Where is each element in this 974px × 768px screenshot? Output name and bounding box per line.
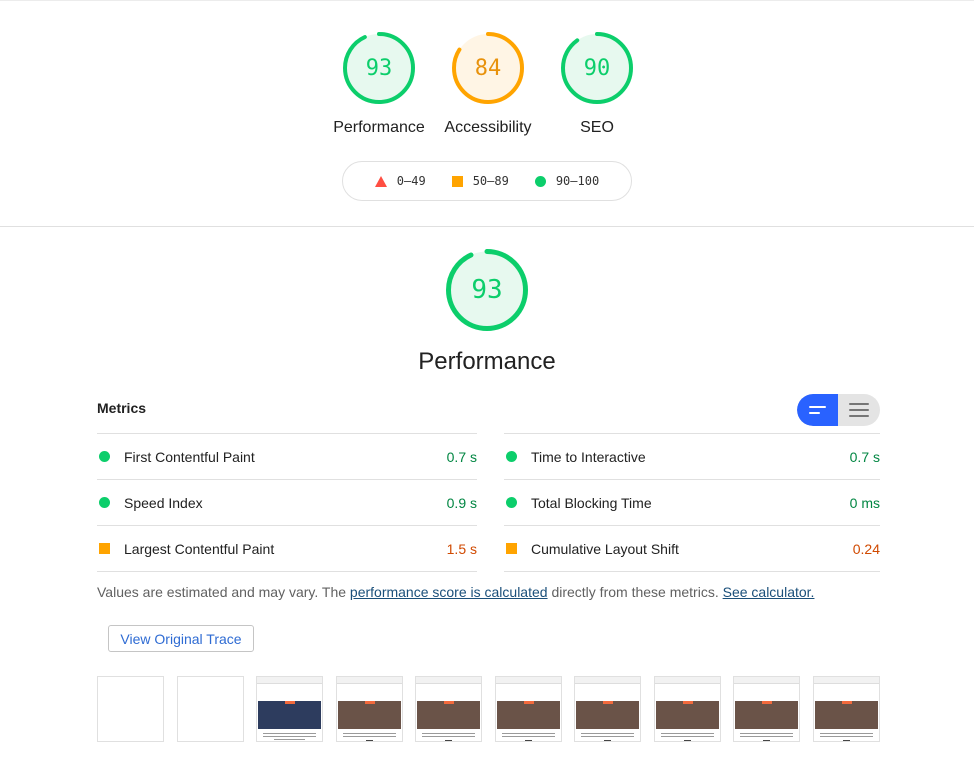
- filmstrip-frame: [733, 676, 800, 742]
- row-divider: [97, 571, 477, 572]
- gauge-score: 90: [583, 55, 611, 81]
- score-legend: 0–49 50–89 90–100: [342, 161, 632, 201]
- metric-name: Total Blocking Time: [531, 494, 652, 511]
- legend-average: 50–89: [451, 174, 509, 188]
- legend-fail-range: 0–49: [396, 174, 426, 188]
- gauge-label: Accessibility: [444, 119, 532, 136]
- metric-time-to-interactive: Time to Interactive 0.7 s: [504, 433, 880, 479]
- filmstrip-frame: [574, 676, 641, 742]
- metrics-left-column: First Contentful Paint 0.7 s Speed Index…: [97, 433, 477, 572]
- metrics-heading: Metrics: [97, 400, 147, 416]
- score-calculation-link[interactable]: performance score is calculated: [350, 584, 548, 600]
- legend-fail: 0–49: [374, 174, 426, 188]
- metric-name: Largest Contentful Paint: [124, 540, 275, 557]
- legend-pass-range: 90–100: [555, 174, 600, 188]
- gauge-performance[interactable]: 93 Performance: [318, 32, 440, 137]
- gauge-ring: 93: [343, 32, 415, 104]
- metrics-view-toggle[interactable]: [797, 394, 880, 426]
- circle-icon: [534, 175, 546, 187]
- metric-total-blocking-time: Total Blocking Time 0 ms: [504, 479, 880, 525]
- gauge-ring: 90: [561, 32, 633, 104]
- metric-value: 0.9 s: [446, 494, 477, 511]
- pass-circle-icon: [99, 451, 110, 462]
- metric-value: 0.7 s: [446, 448, 477, 465]
- average-square-icon: [99, 543, 110, 554]
- metric-value: 0.7 s: [849, 448, 880, 465]
- square-icon: [451, 175, 463, 187]
- gauge-seo[interactable]: 90 SEO: [536, 32, 658, 137]
- expanded-view-button[interactable]: [838, 394, 879, 426]
- performance-score: 93: [471, 275, 503, 305]
- performance-gauge: 93 Performance: [387, 249, 587, 376]
- metric-value: 0 ms: [849, 494, 880, 511]
- pass-circle-icon: [506, 497, 517, 508]
- pass-circle-icon: [99, 497, 110, 508]
- filmstrip-frame: [415, 676, 482, 742]
- filmstrip-frame: [177, 676, 244, 742]
- average-square-icon: [506, 543, 517, 554]
- gauge-accessibility[interactable]: 84 Accessibility: [427, 32, 549, 137]
- performance-title: Performance: [418, 348, 556, 375]
- gauge-ring: 93: [446, 249, 528, 331]
- note-middle: directly from these metrics.: [547, 584, 723, 600]
- metric-value: 1.5 s: [446, 540, 477, 557]
- note-prefix: Values are estimated and may vary. The: [97, 584, 350, 600]
- metric-name: Speed Index: [124, 494, 203, 511]
- row-divider: [504, 571, 880, 572]
- compact-view-button[interactable]: [797, 394, 838, 426]
- gauge-label: Performance: [333, 119, 425, 136]
- top-divider: [0, 0, 974, 1]
- legend-average-range: 50–89: [472, 174, 509, 188]
- legend-pass: 90–100: [534, 174, 600, 188]
- section-divider: [0, 226, 974, 227]
- filmstrip-frame: [813, 676, 880, 742]
- metric-name: Cumulative Layout Shift: [531, 540, 679, 557]
- metric-value: 0.24: [852, 540, 880, 557]
- see-calculator-link[interactable]: See calculator.: [723, 584, 815, 600]
- filmstrip-frame: [336, 676, 403, 742]
- view-original-trace-button[interactable]: View Original Trace: [108, 625, 254, 652]
- metric-first-contentful-paint: First Contentful Paint 0.7 s: [97, 433, 477, 479]
- gauge-score: 84: [474, 55, 502, 81]
- gauge-score: 93: [365, 55, 393, 81]
- filmstrip-frame: [97, 676, 164, 742]
- metric-largest-contentful-paint: Largest Contentful Paint 1.5 s: [97, 525, 477, 571]
- metric-name: First Contentful Paint: [124, 448, 255, 465]
- pass-circle-icon: [506, 451, 517, 462]
- filmstrip-frame: [495, 676, 562, 742]
- gauge-ring: 84: [452, 32, 524, 104]
- metrics-right-column: Time to Interactive 0.7 s Total Blocking…: [504, 433, 880, 572]
- filmstrip-frame: [256, 676, 323, 742]
- metric-cumulative-layout-shift: Cumulative Layout Shift 0.24: [504, 525, 880, 571]
- metric-speed-index: Speed Index 0.9 s: [97, 479, 477, 525]
- triangle-icon: [374, 175, 387, 187]
- metrics-note: Values are estimated and may vary. The p…: [97, 584, 814, 600]
- metric-name: Time to Interactive: [531, 448, 646, 465]
- filmstrip-frame: [654, 676, 721, 742]
- gauge-label: SEO: [580, 119, 614, 136]
